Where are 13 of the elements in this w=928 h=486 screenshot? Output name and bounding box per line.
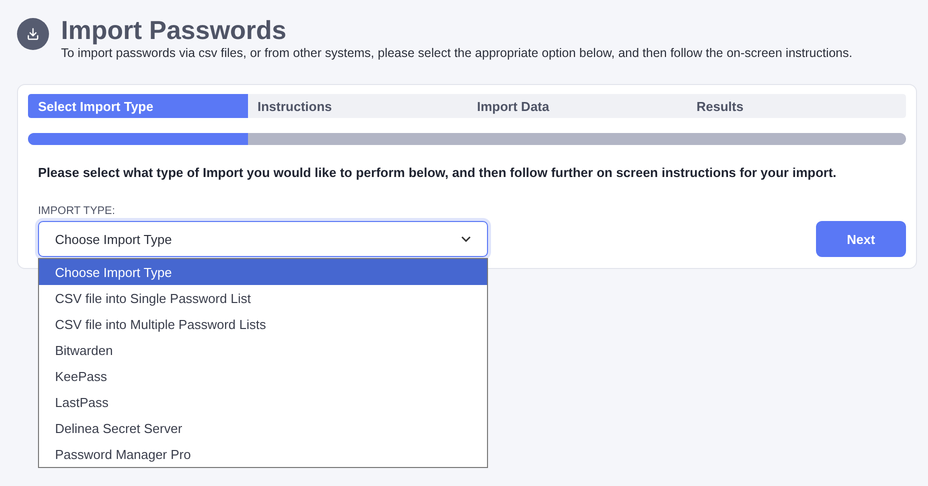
step-tab[interactable]: Import Data xyxy=(467,94,686,118)
import-type-select[interactable]: Choose Import Type xyxy=(38,221,488,257)
step-tab[interactable]: Instructions xyxy=(248,94,467,118)
intro-text: Please select what type of Import you would like to perform below, and then follow further on screen instructions for your import. xyxy=(38,165,838,180)
page-title: Import Passwords xyxy=(61,15,288,45)
step-tab[interactable]: Results xyxy=(686,94,906,118)
page-subtitle: To import passwords via csv files, or from other systems, please select the appropriate option below, and then follow the on-screen instructions. xyxy=(61,46,852,60)
step-tab[interactable]: Select Import Type xyxy=(28,94,248,118)
field-label: IMPORT TYPE: xyxy=(38,205,116,217)
chevron-down-icon xyxy=(461,236,471,242)
next-button[interactable]: Next xyxy=(816,221,906,257)
download-icon xyxy=(17,18,49,50)
dropdown-option[interactable]: Choose Import Type xyxy=(39,259,487,285)
